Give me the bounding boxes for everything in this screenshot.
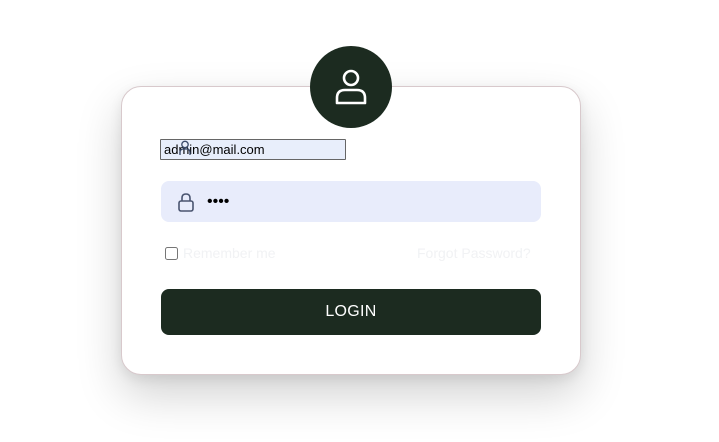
avatar <box>310 46 392 128</box>
lock-icon <box>178 193 194 212</box>
login-button[interactable]: LOGIN <box>161 289 541 335</box>
email-field[interactable] <box>160 139 346 160</box>
remember-me-checkbox[interactable] <box>165 247 178 260</box>
remember-me-label: Remember me <box>183 245 276 261</box>
email-field-wrap <box>160 139 346 160</box>
user-icon <box>335 69 367 105</box>
forgot-password-link[interactable]: Forgot Password? <box>417 245 531 261</box>
password-field-wrap <box>161 181 541 222</box>
password-field[interactable] <box>207 181 527 222</box>
